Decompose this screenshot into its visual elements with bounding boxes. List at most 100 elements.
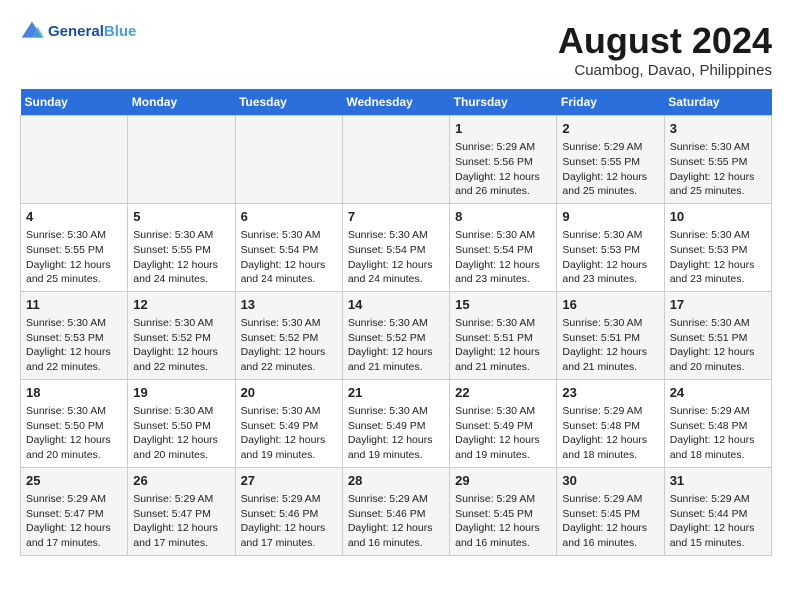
day-info: Sunrise: 5:30 AM (241, 228, 337, 243)
calendar-cell (235, 116, 342, 204)
month-year: August 2024 (558, 20, 772, 62)
day-info: Sunset: 5:54 PM (241, 243, 337, 258)
header-cell-wednesday: Wednesday (342, 89, 449, 116)
day-info: Sunset: 5:50 PM (26, 419, 122, 434)
day-info: and 20 minutes. (133, 448, 229, 463)
day-info: Sunset: 5:55 PM (133, 243, 229, 258)
day-number: 31 (670, 472, 766, 490)
logo-icon (20, 20, 44, 44)
calendar-cell (342, 116, 449, 204)
day-info: Sunset: 5:53 PM (670, 243, 766, 258)
calendar-cell: 15Sunrise: 5:30 AMSunset: 5:51 PMDayligh… (450, 291, 557, 379)
day-info: Sunrise: 5:29 AM (562, 404, 658, 419)
calendar-cell: 11Sunrise: 5:30 AMSunset: 5:53 PMDayligh… (21, 291, 128, 379)
day-info: and 23 minutes. (455, 272, 551, 287)
day-info: Daylight: 12 hours (133, 345, 229, 360)
day-number: 19 (133, 384, 229, 402)
day-info: and 21 minutes. (562, 360, 658, 375)
day-info: Daylight: 12 hours (133, 521, 229, 536)
day-info: Sunset: 5:51 PM (455, 331, 551, 346)
day-info: and 21 minutes. (455, 360, 551, 375)
calendar-cell: 12Sunrise: 5:30 AMSunset: 5:52 PMDayligh… (128, 291, 235, 379)
day-info: Sunset: 5:49 PM (241, 419, 337, 434)
day-info: and 19 minutes. (241, 448, 337, 463)
page-header: GeneralBlue August 2024 Cuambog, Davao, … (20, 20, 772, 79)
calendar-cell: 7Sunrise: 5:30 AMSunset: 5:54 PMDaylight… (342, 203, 449, 291)
day-info: and 23 minutes. (562, 272, 658, 287)
day-number: 26 (133, 472, 229, 490)
calendar-cell: 23Sunrise: 5:29 AMSunset: 5:48 PMDayligh… (557, 379, 664, 467)
day-number: 23 (562, 384, 658, 402)
day-info: and 25 minutes. (670, 184, 766, 199)
day-info: Daylight: 12 hours (562, 345, 658, 360)
calendar-cell: 9Sunrise: 5:30 AMSunset: 5:53 PMDaylight… (557, 203, 664, 291)
calendar-header: SundayMondayTuesdayWednesdayThursdayFrid… (21, 89, 772, 116)
day-info: Sunset: 5:56 PM (455, 155, 551, 170)
calendar-cell: 1Sunrise: 5:29 AMSunset: 5:56 PMDaylight… (450, 116, 557, 204)
day-info: Sunrise: 5:29 AM (562, 140, 658, 155)
day-info: and 18 minutes. (562, 448, 658, 463)
day-number: 17 (670, 296, 766, 314)
calendar-cell: 3Sunrise: 5:30 AMSunset: 5:55 PMDaylight… (664, 116, 771, 204)
calendar-cell: 29Sunrise: 5:29 AMSunset: 5:45 PMDayligh… (450, 467, 557, 555)
day-info: Sunrise: 5:29 AM (348, 492, 444, 507)
day-number: 8 (455, 208, 551, 226)
day-info: Sunrise: 5:30 AM (133, 404, 229, 419)
day-number: 1 (455, 120, 551, 138)
header-cell-sunday: Sunday (21, 89, 128, 116)
day-info: and 21 minutes. (348, 360, 444, 375)
header-cell-tuesday: Tuesday (235, 89, 342, 116)
day-info: and 25 minutes. (26, 272, 122, 287)
day-info: Daylight: 12 hours (455, 258, 551, 273)
day-number: 2 (562, 120, 658, 138)
day-info: Sunset: 5:49 PM (455, 419, 551, 434)
calendar-cell: 18Sunrise: 5:30 AMSunset: 5:50 PMDayligh… (21, 379, 128, 467)
day-info: and 17 minutes. (133, 536, 229, 551)
day-info: Daylight: 12 hours (670, 521, 766, 536)
calendar-cell: 19Sunrise: 5:30 AMSunset: 5:50 PMDayligh… (128, 379, 235, 467)
day-info: Daylight: 12 hours (26, 258, 122, 273)
day-info: Sunrise: 5:29 AM (241, 492, 337, 507)
day-info: Sunset: 5:52 PM (133, 331, 229, 346)
day-info: Sunset: 5:46 PM (241, 507, 337, 522)
day-info: Daylight: 12 hours (670, 433, 766, 448)
location: Cuambog, Davao, Philippines (558, 62, 772, 79)
day-info: Sunset: 5:55 PM (26, 243, 122, 258)
calendar-cell: 6Sunrise: 5:30 AMSunset: 5:54 PMDaylight… (235, 203, 342, 291)
calendar-cell: 24Sunrise: 5:29 AMSunset: 5:48 PMDayligh… (664, 379, 771, 467)
day-number: 24 (670, 384, 766, 402)
calendar-cell: 17Sunrise: 5:30 AMSunset: 5:51 PMDayligh… (664, 291, 771, 379)
day-info: Sunrise: 5:30 AM (670, 228, 766, 243)
calendar-cell: 5Sunrise: 5:30 AMSunset: 5:55 PMDaylight… (128, 203, 235, 291)
calendar-cell: 14Sunrise: 5:30 AMSunset: 5:52 PMDayligh… (342, 291, 449, 379)
day-info: Daylight: 12 hours (562, 170, 658, 185)
day-info: Sunrise: 5:30 AM (455, 228, 551, 243)
day-info: Daylight: 12 hours (348, 521, 444, 536)
day-number: 25 (26, 472, 122, 490)
day-info: Sunrise: 5:30 AM (241, 404, 337, 419)
day-info: Daylight: 12 hours (348, 433, 444, 448)
logo-line1: General (48, 23, 104, 40)
header-cell-thursday: Thursday (450, 89, 557, 116)
day-info: Daylight: 12 hours (455, 433, 551, 448)
day-number: 5 (133, 208, 229, 226)
day-info: Daylight: 12 hours (241, 345, 337, 360)
day-info: Sunset: 5:53 PM (26, 331, 122, 346)
day-info: and 22 minutes. (26, 360, 122, 375)
day-info: Daylight: 12 hours (26, 521, 122, 536)
day-number: 18 (26, 384, 122, 402)
day-info: Daylight: 12 hours (133, 433, 229, 448)
day-info: Sunrise: 5:30 AM (455, 404, 551, 419)
calendar-cell: 22Sunrise: 5:30 AMSunset: 5:49 PMDayligh… (450, 379, 557, 467)
week-row-3: 18 Sunrise: 5:30 AM Sunset: 5:50 PM Dayligh… (21, 379, 772, 467)
day-number: 21 (348, 384, 444, 402)
day-number: 6 (241, 208, 337, 226)
day-info: and 24 minutes. (348, 272, 444, 287)
day-info: Sunset: 5:45 PM (455, 507, 551, 522)
logo-line2: Blue (104, 23, 137, 40)
calendar-cell: 21Sunrise: 5:30 AMSunset: 5:49 PMDayligh… (342, 379, 449, 467)
day-info: and 18 minutes. (670, 448, 766, 463)
header-row: SundayMondayTuesdayWednesdayThursdayFrid… (21, 89, 772, 116)
day-info: and 17 minutes. (26, 536, 122, 551)
day-number: 13 (241, 296, 337, 314)
